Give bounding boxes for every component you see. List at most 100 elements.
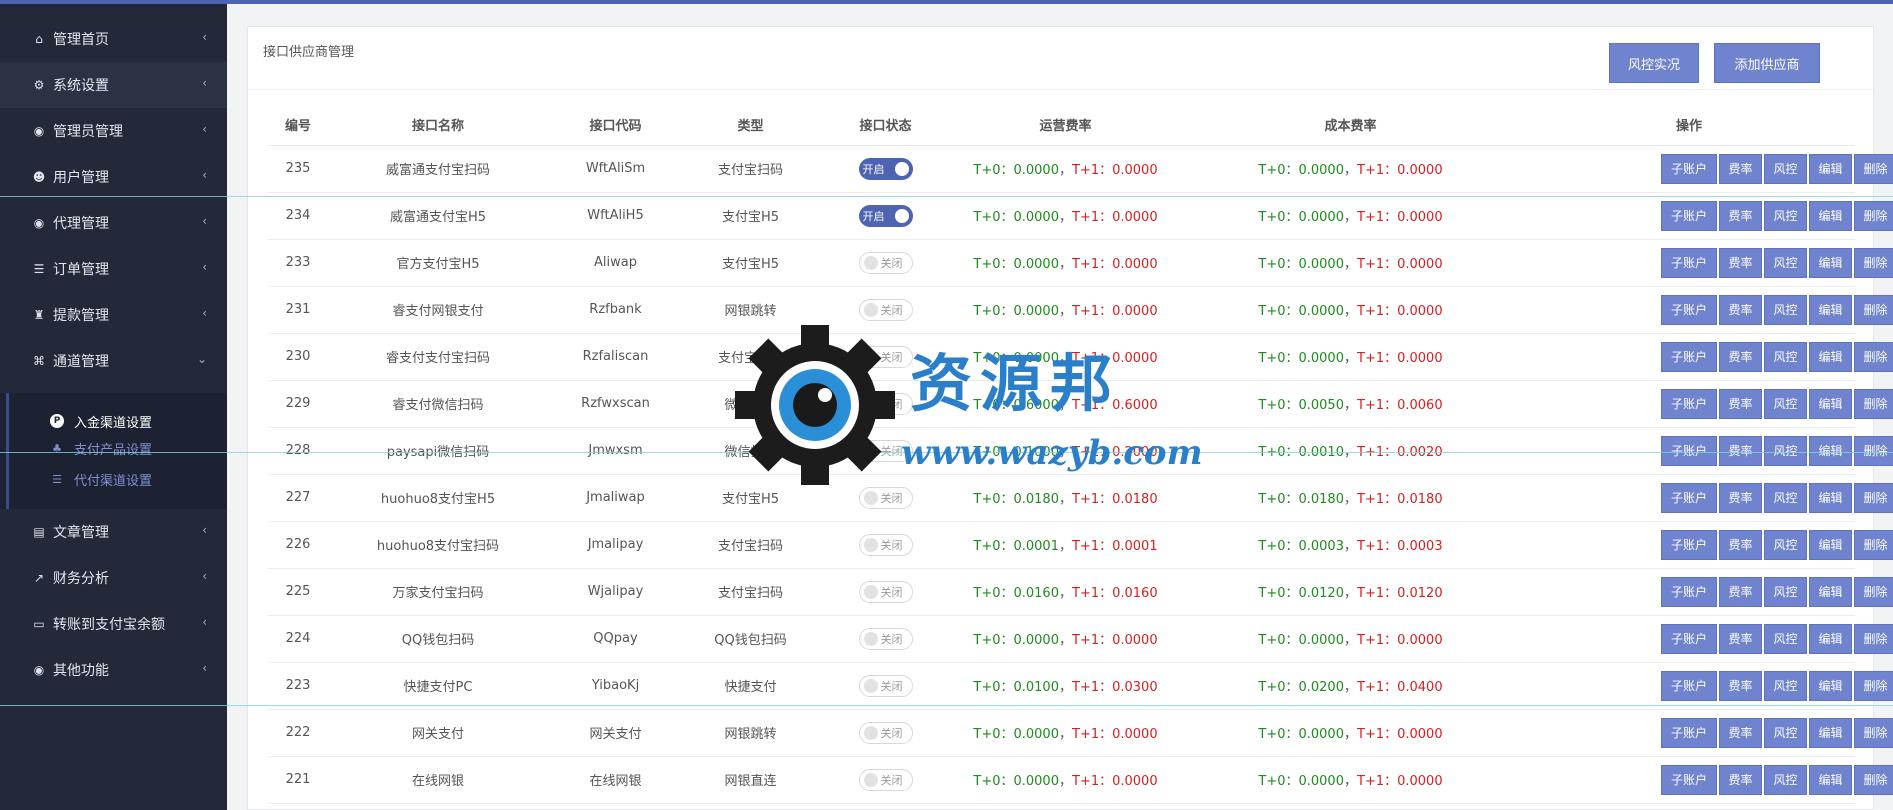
risk-button[interactable]: 风控 — [1764, 294, 1807, 325]
edit-button[interactable]: 编辑 — [1809, 341, 1852, 372]
sidebar-item-articles[interactable]: ▤ 文章管理 ‹ — [0, 509, 227, 555]
sidebar-item-channels[interactable]: ⌘ 通道管理 ⌄ — [0, 338, 227, 384]
edit-button[interactable]: 编辑 — [1809, 717, 1852, 748]
rate-button[interactable]: 费率 — [1719, 388, 1762, 419]
edit-button[interactable]: 编辑 — [1809, 576, 1852, 607]
rate-button[interactable]: 费率 — [1719, 623, 1762, 654]
status-toggle[interactable]: 关闭 — [858, 580, 913, 603]
status-toggle[interactable]: 关闭 — [858, 674, 913, 697]
edit-button[interactable]: 编辑 — [1809, 435, 1852, 466]
delete-button[interactable]: 删除 — [1854, 576, 1893, 607]
sidebar-item-finance[interactable]: ↗ 财务分析 ‹ — [0, 555, 227, 601]
risk-button[interactable]: 风控 — [1764, 435, 1807, 466]
submenu-item-payout-channel[interactable]: ☰ 代付渠道设置 — [50, 466, 152, 492]
rate-button[interactable]: 费率 — [1719, 576, 1762, 607]
sub-account-button[interactable]: 子账户 — [1661, 388, 1717, 419]
sidebar-item-other[interactable]: ◉ 其他功能 ‹ — [0, 647, 227, 693]
sidebar-item-transfer-alipay[interactable]: ▭ 转账到支付宝余额 ‹ — [0, 601, 227, 647]
sidebar-item-admins[interactable]: ◉ 管理员管理 ‹ — [0, 108, 227, 154]
status-toggle[interactable]: 关闭 — [858, 486, 913, 509]
sub-account-button[interactable]: 子账户 — [1661, 623, 1717, 654]
sub-account-button[interactable]: 子账户 — [1661, 764, 1717, 795]
delete-button[interactable]: 删除 — [1854, 529, 1893, 560]
risk-button[interactable]: 风控 — [1764, 623, 1807, 654]
rate-button[interactable]: 费率 — [1719, 247, 1762, 278]
rate-button[interactable]: 费率 — [1719, 764, 1762, 795]
sidebar-item-home[interactable]: ⌂ 管理首页 ‹ — [0, 16, 227, 62]
sub-account-button[interactable]: 子账户 — [1661, 294, 1717, 325]
edit-button[interactable]: 编辑 — [1809, 529, 1852, 560]
add-supplier-button[interactable]: 添加供应商 — [1714, 43, 1820, 83]
delete-button[interactable]: 删除 — [1854, 200, 1893, 231]
status-toggle[interactable]: 关闭 — [858, 298, 913, 321]
rate-button[interactable]: 费率 — [1719, 294, 1762, 325]
status-toggle[interactable]: 开启 — [858, 204, 913, 227]
risk-monitor-button[interactable]: 风控实况 — [1609, 43, 1699, 83]
edit-button[interactable]: 编辑 — [1809, 482, 1852, 513]
sidebar-item-withdrawals[interactable]: ♜ 提款管理 ‹ — [0, 292, 227, 338]
risk-button[interactable]: 风控 — [1764, 247, 1807, 278]
sub-account-button[interactable]: 子账户 — [1661, 200, 1717, 231]
sidebar-item-agents[interactable]: ◉ 代理管理 ‹ — [0, 200, 227, 246]
risk-button[interactable]: 风控 — [1764, 388, 1807, 419]
submenu-item-deposit-channel[interactable]: P 入金渠道设置 — [50, 408, 152, 434]
edit-button[interactable]: 编辑 — [1809, 764, 1852, 795]
risk-button[interactable]: 风控 — [1764, 482, 1807, 513]
sidebar-item-system[interactable]: ⚙ 系统设置 ‹ — [0, 62, 227, 108]
rate-button[interactable]: 费率 — [1719, 153, 1762, 184]
risk-button[interactable]: 风控 — [1764, 341, 1807, 372]
rate-button[interactable]: 费率 — [1719, 482, 1762, 513]
risk-button[interactable]: 风控 — [1764, 576, 1807, 607]
risk-button[interactable]: 风控 — [1764, 529, 1807, 560]
rate-button[interactable]: 费率 — [1719, 717, 1762, 748]
risk-button[interactable]: 风控 — [1764, 153, 1807, 184]
delete-button[interactable]: 删除 — [1854, 247, 1893, 278]
delete-button[interactable]: 删除 — [1854, 717, 1893, 748]
delete-button[interactable]: 删除 — [1854, 623, 1893, 654]
delete-button[interactable]: 删除 — [1854, 435, 1893, 466]
delete-button[interactable]: 删除 — [1854, 670, 1893, 701]
rate-button[interactable]: 费率 — [1719, 435, 1762, 466]
submenu-item-payment-products[interactable]: ♣ 支付产品设置 — [50, 435, 152, 461]
edit-button[interactable]: 编辑 — [1809, 247, 1852, 278]
edit-button[interactable]: 编辑 — [1809, 200, 1852, 231]
status-toggle[interactable]: 关闭 — [858, 721, 913, 744]
status-toggle[interactable]: 开启 — [858, 157, 913, 180]
sub-account-button[interactable]: 子账户 — [1661, 717, 1717, 748]
sub-account-button[interactable]: 子账户 — [1661, 529, 1717, 560]
edit-button[interactable]: 编辑 — [1809, 153, 1852, 184]
risk-button[interactable]: 风控 — [1764, 670, 1807, 701]
status-toggle[interactable]: 关闭 — [858, 439, 913, 462]
delete-button[interactable]: 删除 — [1854, 388, 1893, 419]
sub-account-button[interactable]: 子账户 — [1661, 670, 1717, 701]
edit-button[interactable]: 编辑 — [1809, 670, 1852, 701]
sub-account-button[interactable]: 子账户 — [1661, 482, 1717, 513]
edit-button[interactable]: 编辑 — [1809, 623, 1852, 654]
sub-account-button[interactable]: 子账户 — [1661, 247, 1717, 278]
sub-account-button[interactable]: 子账户 — [1661, 153, 1717, 184]
sidebar-item-users[interactable]: ☻ 用户管理 ‹ — [0, 154, 227, 200]
status-toggle[interactable]: 关闭 — [858, 768, 913, 791]
sub-account-button[interactable]: 子账户 — [1661, 576, 1717, 607]
delete-button[interactable]: 删除 — [1854, 482, 1893, 513]
risk-button[interactable]: 风控 — [1764, 200, 1807, 231]
rate-button[interactable]: 费率 — [1719, 200, 1762, 231]
status-toggle[interactable]: 关闭 — [858, 251, 913, 274]
risk-button[interactable]: 风控 — [1764, 717, 1807, 748]
delete-button[interactable]: 删除 — [1854, 153, 1893, 184]
rate-button[interactable]: 费率 — [1719, 670, 1762, 701]
status-toggle[interactable]: 关闭 — [858, 392, 913, 415]
edit-button[interactable]: 编辑 — [1809, 388, 1852, 419]
sub-account-button[interactable]: 子账户 — [1661, 435, 1717, 466]
sub-account-button[interactable]: 子账户 — [1661, 341, 1717, 372]
rate-button[interactable]: 费率 — [1719, 341, 1762, 372]
rate-button[interactable]: 费率 — [1719, 529, 1762, 560]
status-toggle[interactable]: 关闭 — [858, 533, 913, 556]
delete-button[interactable]: 删除 — [1854, 764, 1893, 795]
status-toggle[interactable]: 关闭 — [858, 345, 913, 368]
risk-button[interactable]: 风控 — [1764, 764, 1807, 795]
edit-button[interactable]: 编辑 — [1809, 294, 1852, 325]
delete-button[interactable]: 删除 — [1854, 341, 1893, 372]
status-toggle[interactable]: 关闭 — [858, 627, 913, 650]
sidebar-item-orders[interactable]: ☰ 订单管理 ‹ — [0, 246, 227, 292]
